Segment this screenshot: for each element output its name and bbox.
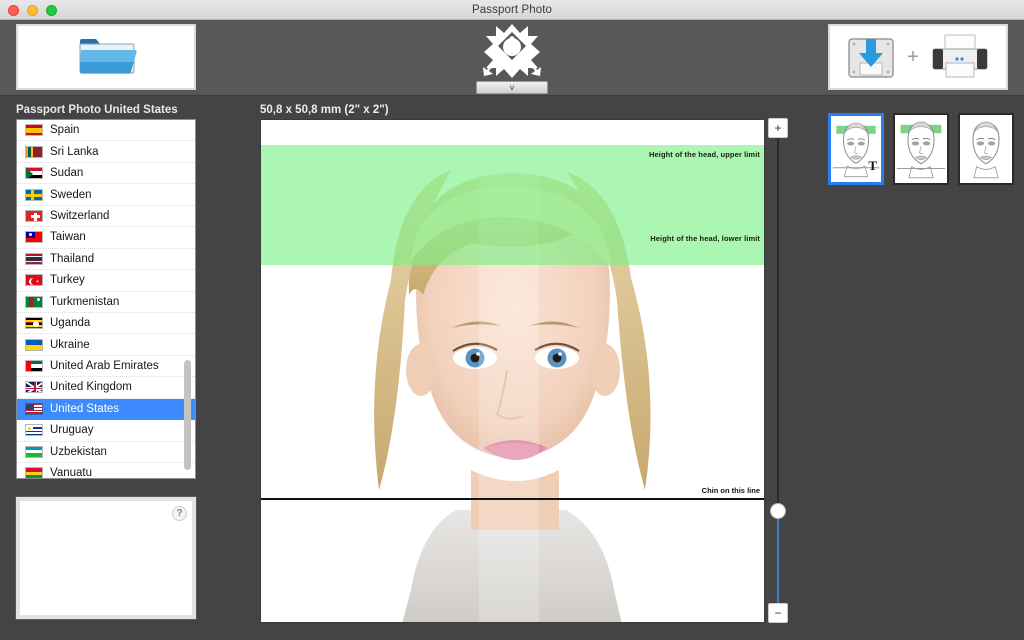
- country-list-item[interactable]: Turkmenistan: [17, 292, 195, 313]
- country-list-item[interactable]: Uganda: [17, 313, 195, 335]
- uganda-flag: [25, 317, 43, 330]
- uruguay-flag: [25, 424, 43, 437]
- window-titlebar: Passport Photo: [0, 0, 1024, 20]
- country-list-item[interactable]: United Kingdom: [17, 377, 195, 399]
- photo-canvas: Height of the head, upper limit Height o…: [261, 120, 764, 622]
- chin-guide-line: [261, 498, 764, 500]
- uk-flag: [25, 381, 43, 394]
- plus-separator: +: [907, 45, 919, 68]
- taiwan-flag: [25, 231, 43, 244]
- sidebar-heading: Passport Photo United States: [16, 104, 178, 116]
- country-list-item[interactable]: Taiwan: [17, 227, 195, 249]
- country-list-item[interactable]: Uzbekistan: [17, 442, 195, 463]
- crop-rotate-tool[interactable]: v: [473, 22, 551, 96]
- country-list-item[interactable]: Switzerland: [17, 206, 195, 228]
- face-outline-icon: [895, 115, 947, 183]
- country-list-item[interactable]: United States: [17, 398, 195, 421]
- country-name: Sweden: [50, 188, 92, 201]
- zoom-slider-knob[interactable]: [770, 503, 786, 519]
- country-list[interactable]: Spain Sri Lanka Sudan Sweden Switzerland Taiw…: [16, 119, 196, 479]
- country-list-item[interactable]: United Arab Emirates: [17, 356, 195, 378]
- country-name: United Kingdom: [50, 381, 132, 394]
- country-list-item[interactable]: Sweden: [17, 184, 195, 206]
- zoom-in-button[interactable]: +: [768, 118, 788, 138]
- photo-preview[interactable]: Height of the head, upper limit Height o…: [260, 119, 765, 623]
- usa-flag: [25, 402, 43, 415]
- country-name: United Arab Emirates: [50, 360, 159, 373]
- spain-flag: [25, 124, 43, 137]
- country-list-item[interactable]: Vanuatu: [17, 463, 195, 479]
- photo-size-label: 50,8 x 50,8 mm (2" x 2"): [260, 104, 389, 116]
- country-name: Uzbekistan: [50, 445, 107, 458]
- country-name: Thailand: [50, 252, 95, 265]
- turkey-flag: [25, 274, 43, 287]
- sweden-flag: [25, 188, 43, 201]
- zoom-out-button[interactable]: −: [768, 603, 788, 623]
- country-list-item[interactable]: Ukraine: [17, 334, 195, 356]
- window-title: Passport Photo: [471, 3, 553, 16]
- country-list-item[interactable]: Sri Lanka: [17, 141, 195, 163]
- country-name: Sri Lanka: [50, 145, 99, 158]
- country-name: Switzerland: [50, 209, 110, 222]
- vanuatu-flag: [25, 467, 43, 478]
- country-list-item[interactable]: Turkey: [17, 270, 195, 292]
- thailand-flag: [25, 252, 43, 265]
- template-thumbnails: T: [828, 113, 1014, 185]
- crop-rotate-icon: [483, 24, 541, 78]
- info-panel: ?: [15, 496, 197, 620]
- head-lower-limit-label: Height of the head, lower limit: [650, 234, 760, 243]
- app-window: Passport Photo v + Passport Photo United…: [0, 0, 1024, 640]
- tool-dropdown[interactable]: v: [476, 81, 548, 94]
- printer-icon: [932, 34, 988, 78]
- help-icon[interactable]: ?: [172, 506, 187, 521]
- country-list-item[interactable]: Uruguay: [17, 420, 195, 442]
- chin-line-label: Chin on this line: [701, 486, 760, 495]
- save-and-print-button[interactable]: +: [828, 24, 1008, 90]
- uae-flag: [25, 360, 43, 373]
- save-disk-icon: [848, 38, 894, 78]
- folder-icon: [79, 39, 137, 74]
- ukraine-flag: [25, 338, 43, 351]
- country-name: Sudan: [50, 167, 84, 180]
- turkmenistan-flag: [25, 295, 43, 308]
- head-upper-limit-label: Height of the head, upper limit: [648, 150, 760, 159]
- country-name: Vanuatu: [50, 467, 92, 479]
- open-file-button[interactable]: [16, 24, 196, 90]
- sri-lanka-flag: [25, 145, 43, 158]
- country-name: Ukraine: [50, 338, 90, 351]
- country-list-scrollbar[interactable]: [184, 122, 193, 478]
- country-name: United States: [50, 402, 120, 415]
- maximize-button[interactable]: [46, 5, 57, 16]
- country-name: Turkmenistan: [50, 295, 120, 308]
- thumbnail-template-green-band[interactable]: [893, 113, 949, 185]
- country-name: Uganda: [50, 317, 91, 330]
- country-name: Spain: [50, 124, 80, 137]
- main-toolbar: v +: [0, 20, 1024, 96]
- minimize-button[interactable]: [27, 5, 38, 16]
- thumbnail-badge: T: [868, 158, 877, 173]
- zoom-slider-fill: [777, 518, 779, 603]
- switzerland-flag: [25, 209, 43, 222]
- sudan-flag: [25, 167, 43, 180]
- scrollbar-thumb[interactable]: [184, 360, 191, 470]
- thumbnail-template-with-guides[interactable]: T: [828, 113, 884, 185]
- country-list-item[interactable]: Sudan: [17, 163, 195, 185]
- face-outline-icon: [960, 115, 1012, 183]
- uzbekistan-flag: [25, 445, 43, 458]
- window-controls: [8, 5, 57, 16]
- country-name: Uruguay: [50, 424, 94, 437]
- portrait-photo: [261, 120, 764, 622]
- country-list-item[interactable]: Thailand: [17, 249, 195, 271]
- country-name: Taiwan: [50, 231, 86, 244]
- country-list-item[interactable]: Spain: [17, 120, 195, 142]
- country-name: Turkey: [50, 274, 85, 287]
- thumbnail-template-plain[interactable]: [958, 113, 1014, 185]
- close-button[interactable]: [8, 5, 19, 16]
